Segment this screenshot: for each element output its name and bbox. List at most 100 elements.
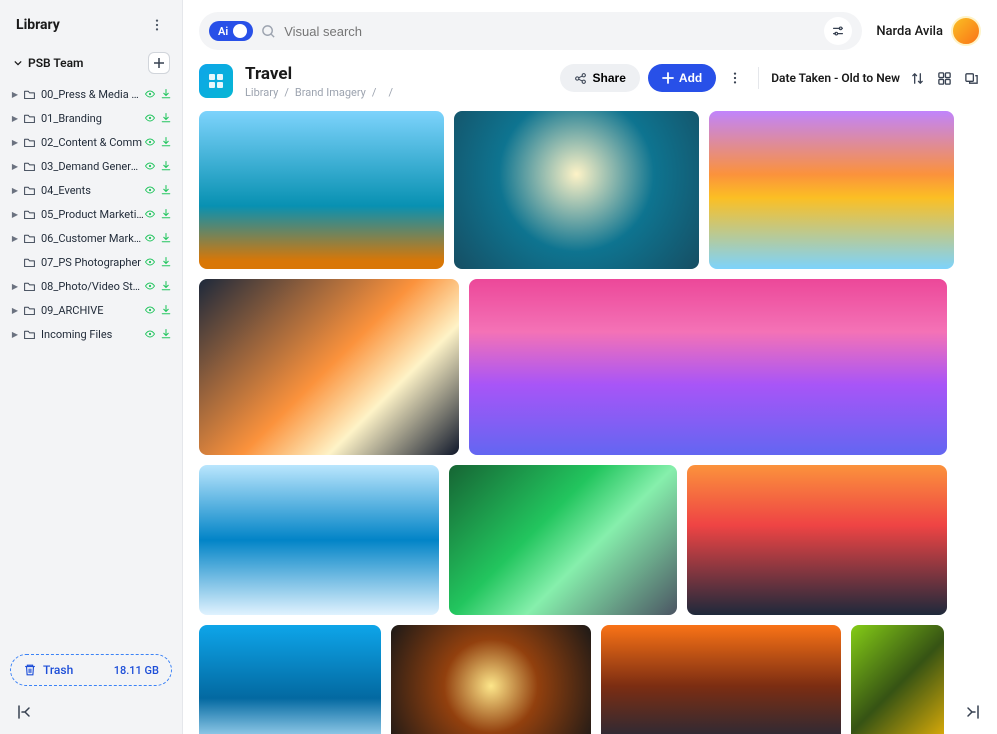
download-icon[interactable] [160, 112, 172, 124]
sidebar-item[interactable]: ▶ 06_Customer Marketing [4, 226, 178, 250]
download-icon[interactable] [160, 256, 172, 268]
image-placeholder [391, 625, 591, 734]
compare-view-button[interactable] [962, 69, 981, 88]
chevron-right-icon: ▶ [10, 162, 20, 171]
gallery-tile[interactable] [454, 111, 699, 269]
gallery-tile[interactable] [851, 625, 944, 734]
sidebar-item-label: 01_Branding [41, 112, 144, 125]
image-placeholder [199, 279, 459, 455]
sidebar-item[interactable]: ▶ 09_ARCHIVE [4, 298, 178, 322]
more-vertical-icon [728, 71, 742, 85]
image-placeholder [449, 465, 677, 615]
grid-icon [937, 71, 952, 86]
trash-button[interactable]: Trash 18.11 GB [10, 654, 172, 686]
gallery-row [199, 111, 981, 269]
sidebar-item[interactable]: ▶ 02_Content & Comm [4, 130, 178, 154]
sidebar-more-button[interactable] [146, 14, 168, 36]
sidebar-item-label: 06_Customer Marketing [41, 232, 144, 245]
download-icon[interactable] [160, 232, 172, 244]
sidebar-item[interactable]: ▶ Incoming Files [4, 322, 178, 346]
sliders-icon [831, 24, 845, 38]
gallery-tile[interactable] [199, 279, 459, 455]
trash-size: 18.11 GB [114, 664, 159, 677]
gallery-tile[interactable] [449, 465, 677, 615]
watch-icon[interactable] [144, 232, 156, 244]
collapse-sidebar-button[interactable] [12, 700, 36, 724]
watch-icon[interactable] [144, 280, 156, 292]
download-icon[interactable] [160, 160, 172, 172]
watch-icon[interactable] [144, 256, 156, 268]
sidebar-item[interactable]: ▶ 03_Demand Generation [4, 154, 178, 178]
watch-icon[interactable] [144, 160, 156, 172]
breadcrumb-separator: / [284, 86, 289, 99]
download-icon[interactable] [160, 328, 172, 340]
folder-hero-icon [199, 64, 233, 98]
watch-icon[interactable] [144, 136, 156, 148]
breadcrumb-segment[interactable]: Brand Imagery [295, 86, 366, 99]
team-name-label: PSB Team [28, 56, 83, 70]
download-icon[interactable] [160, 304, 172, 316]
sidebar-item[interactable]: ▶ 08_Photo/Video Stock [4, 274, 178, 298]
chevron-right-icon: ▶ [10, 186, 20, 195]
gallery[interactable] [183, 111, 997, 734]
search-bar[interactable]: Ai [199, 12, 862, 50]
add-folder-button[interactable] [148, 52, 170, 74]
share-button[interactable]: Share [560, 64, 640, 92]
photos-icon [207, 72, 225, 90]
folder-icon [23, 184, 36, 197]
search-input[interactable] [284, 24, 816, 39]
download-icon[interactable] [160, 208, 172, 220]
download-icon[interactable] [160, 280, 172, 292]
download-icon[interactable] [160, 88, 172, 100]
gallery-tile[interactable] [687, 465, 947, 615]
watch-icon[interactable] [144, 88, 156, 100]
gallery-tile[interactable] [709, 111, 954, 269]
gallery-tile[interactable] [469, 279, 947, 455]
sort-direction-button[interactable] [908, 69, 927, 88]
sort-dropdown[interactable]: Date Taken - Old to New [771, 71, 900, 85]
download-icon[interactable] [160, 136, 172, 148]
sidebar-item[interactable]: 07_PS Photographer [4, 250, 178, 274]
watch-icon[interactable] [144, 184, 156, 196]
user-menu[interactable]: Narda Avila [876, 16, 981, 46]
sort-arrows-icon [910, 71, 925, 86]
gallery-tile[interactable] [601, 625, 841, 734]
breadcrumb-segment[interactable]: Library [245, 86, 278, 99]
gallery-tile[interactable] [199, 625, 381, 734]
watch-icon[interactable] [144, 304, 156, 316]
gallery-tile[interactable] [199, 111, 444, 269]
image-placeholder [687, 465, 947, 615]
download-icon[interactable] [160, 184, 172, 196]
gallery-tile[interactable] [391, 625, 591, 734]
image-placeholder [601, 625, 841, 734]
grid-view-button[interactable] [935, 69, 954, 88]
watch-icon[interactable] [144, 328, 156, 340]
stacks-icon [964, 71, 979, 86]
gallery-tile[interactable] [199, 465, 439, 615]
folder-icon [23, 328, 36, 341]
sidebar-item[interactable]: ▶ 01_Branding [4, 106, 178, 130]
image-placeholder [851, 625, 944, 734]
chevron-right-icon: ▶ [10, 282, 20, 291]
trash-label: Trash [43, 663, 73, 677]
folder-icon [23, 280, 36, 293]
collapse-panel-button[interactable] [961, 700, 985, 724]
sidebar-item[interactable]: ▶ 05_Product Marketing [4, 202, 178, 226]
sidebar-item-label: 08_Photo/Video Stock [41, 280, 144, 293]
trash-icon [23, 663, 37, 677]
watch-icon[interactable] [144, 112, 156, 124]
ai-toggle[interactable]: Ai [209, 21, 253, 41]
sidebar-item[interactable]: ▶ 00_Press & Media Kit [4, 82, 178, 106]
chevron-right-icon: ▶ [10, 306, 20, 315]
page-more-button[interactable] [724, 67, 746, 89]
watch-icon[interactable] [144, 208, 156, 220]
chevron-right-icon: ▶ [10, 90, 20, 99]
add-button[interactable]: Add [648, 64, 716, 92]
filter-button[interactable] [824, 17, 852, 45]
collapse-left-icon [16, 704, 32, 720]
sidebar-item-label: 00_Press & Media Kit [41, 88, 144, 101]
image-placeholder [469, 279, 947, 455]
sidebar-item[interactable]: ▶ 04_Events [4, 178, 178, 202]
team-toggle[interactable]: PSB Team [14, 56, 83, 70]
image-placeholder [199, 625, 381, 734]
